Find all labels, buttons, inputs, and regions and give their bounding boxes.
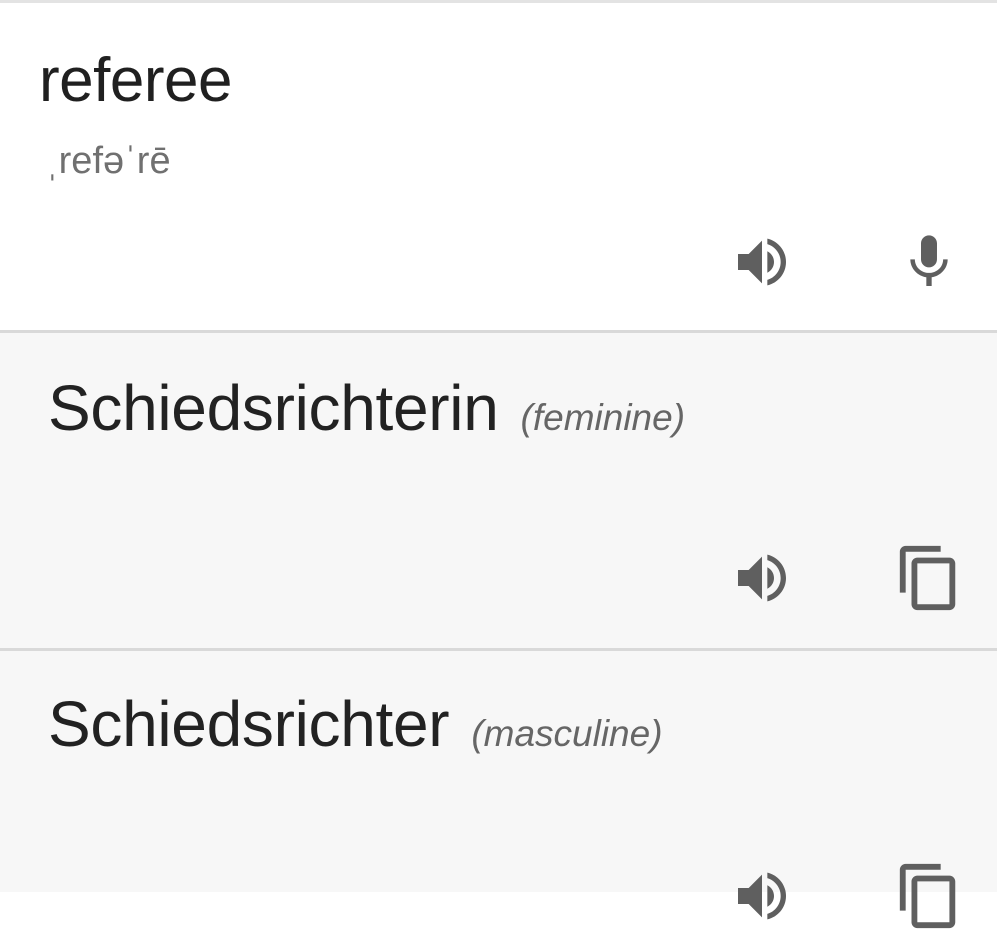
source-card: referee ˌrefəˈrē bbox=[0, 3, 997, 333]
copy-icon[interactable] bbox=[889, 856, 969, 936]
translation-card: Schiedsrichterin (feminine) bbox=[0, 333, 997, 651]
translation-word: Schiedsrichterin bbox=[48, 372, 499, 444]
translation-line: Schiedsrichter (masculine) bbox=[48, 687, 663, 761]
speaker-icon[interactable] bbox=[722, 222, 802, 302]
phonetic-transcription: ˌrefəˈrē bbox=[46, 140, 171, 182]
translation-line: Schiedsrichterin (feminine) bbox=[48, 371, 685, 445]
gender-label: (masculine) bbox=[471, 713, 663, 754]
source-word: referee bbox=[39, 46, 232, 115]
gender-label: (feminine) bbox=[520, 397, 686, 438]
translation-word: Schiedsrichter bbox=[48, 688, 450, 760]
speaker-icon[interactable] bbox=[722, 538, 802, 618]
speaker-icon[interactable] bbox=[722, 856, 802, 936]
translation-card: Schiedsrichter (masculine) bbox=[0, 651, 997, 929]
copy-icon[interactable] bbox=[889, 538, 969, 618]
microphone-icon[interactable] bbox=[889, 222, 969, 302]
